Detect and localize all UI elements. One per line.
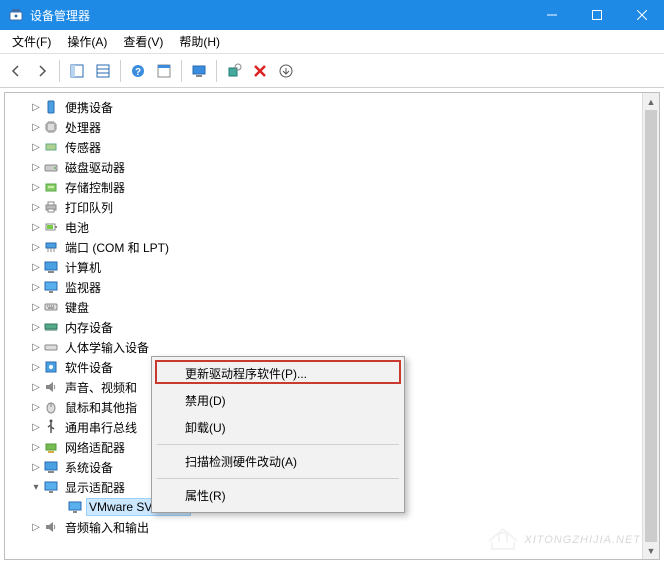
- tree-node-printqueue[interactable]: ▷打印队列: [5, 197, 642, 217]
- app-icon: [8, 7, 24, 23]
- expander-icon[interactable]: ▷: [29, 137, 43, 157]
- monitor-icon: [43, 279, 59, 295]
- display-adapter-icon: [43, 479, 59, 495]
- expander-icon[interactable]: ▷: [29, 337, 43, 357]
- tree-node-processor[interactable]: ▷处理器: [5, 117, 642, 137]
- help-button[interactable]: ?: [126, 59, 150, 83]
- mouse-icon: [43, 399, 59, 415]
- expander-icon[interactable]: ▷: [29, 157, 43, 177]
- printer-icon: [43, 199, 59, 215]
- device-icon: [43, 99, 59, 115]
- cpu-icon: [43, 119, 59, 135]
- tree-node-audioio[interactable]: ▷音频输入和输出: [5, 517, 642, 537]
- tree-node-computer[interactable]: ▷计算机: [5, 257, 642, 277]
- expander-icon[interactable]: ▾: [29, 477, 43, 497]
- sensor-icon: [43, 139, 59, 155]
- expander-icon[interactable]: ▷: [29, 377, 43, 397]
- menu-item-update-driver[interactable]: 更新驱动程序软件(P)...: [155, 360, 401, 387]
- speaker-icon: [43, 519, 59, 535]
- menu-separator: [157, 444, 399, 445]
- expander-icon[interactable]: ▷: [29, 357, 43, 377]
- expander-icon[interactable]: ▷: [29, 297, 43, 317]
- tree-node-hid[interactable]: ▷人体学输入设备: [5, 337, 642, 357]
- keyboard-icon: [43, 299, 59, 315]
- expander-icon[interactable]: ▷: [29, 397, 43, 417]
- memory-icon: [43, 319, 59, 335]
- minimize-button[interactable]: [529, 0, 574, 30]
- disk-icon: [43, 159, 59, 175]
- menu-file[interactable]: 文件(F): [4, 30, 59, 53]
- tree-node-memory[interactable]: ▷内存设备: [5, 317, 642, 337]
- usb-icon: [43, 419, 59, 435]
- expander-icon[interactable]: ▷: [29, 437, 43, 457]
- expander-icon[interactable]: ▷: [29, 177, 43, 197]
- forward-button[interactable]: [30, 59, 54, 83]
- expander-icon[interactable]: ▷: [29, 117, 43, 137]
- expander-icon[interactable]: ▷: [29, 317, 43, 337]
- expander-icon[interactable]: ▷: [29, 237, 43, 257]
- menu-help[interactable]: 帮助(H): [171, 30, 228, 53]
- tree-node-keyboard[interactable]: ▷键盘: [5, 297, 642, 317]
- expander-icon[interactable]: ▷: [29, 517, 43, 537]
- scan-hardware-button[interactable]: [222, 59, 246, 83]
- titlebar: 设备管理器: [0, 0, 664, 30]
- expander-icon[interactable]: ▷: [29, 257, 43, 277]
- scroll-down-icon[interactable]: ▼: [643, 542, 659, 559]
- menu-separator: [157, 478, 399, 479]
- maximize-button[interactable]: [574, 0, 619, 30]
- expander-icon[interactable]: ▷: [29, 97, 43, 117]
- scroll-up-icon[interactable]: ▲: [643, 93, 659, 110]
- menu-view[interactable]: 查看(V): [115, 30, 171, 53]
- back-button[interactable]: [4, 59, 28, 83]
- tree-node-sensor[interactable]: ▷传感器: [5, 137, 642, 157]
- vertical-scrollbar[interactable]: ▲ ▼: [642, 93, 659, 559]
- tree-node-portable[interactable]: ▷便携设备: [5, 97, 642, 117]
- expander-icon[interactable]: ▷: [29, 277, 43, 297]
- expander-icon[interactable]: ▷: [29, 457, 43, 477]
- scroll-thumb[interactable]: [645, 110, 657, 542]
- tree-node-storage[interactable]: ▷存储控制器: [5, 177, 642, 197]
- toolbar: ?: [0, 54, 664, 88]
- menu-item-scan[interactable]: 扫描检测硬件改动(A): [155, 448, 401, 475]
- window-title: 设备管理器: [30, 7, 529, 24]
- computer-icon: [43, 259, 59, 275]
- hid-icon: [43, 339, 59, 355]
- tree-node-monitor[interactable]: ▷监视器: [5, 277, 642, 297]
- menu-item-uninstall[interactable]: 卸载(U): [155, 414, 401, 441]
- expander-icon[interactable]: ▷: [29, 417, 43, 437]
- expander-icon[interactable]: ▷: [29, 217, 43, 237]
- svg-text:?: ?: [135, 67, 141, 78]
- storage-icon: [43, 179, 59, 195]
- tree-node-ports[interactable]: ▷端口 (COM 和 LPT): [5, 237, 642, 257]
- system-icon: [43, 459, 59, 475]
- port-icon: [43, 239, 59, 255]
- expander-icon[interactable]: ▷: [29, 197, 43, 217]
- view-list-button[interactable]: [91, 59, 115, 83]
- menu-item-disable[interactable]: 禁用(D): [155, 387, 401, 414]
- close-button[interactable]: [619, 0, 664, 30]
- view-detail-button[interactable]: [65, 59, 89, 83]
- software-icon: [43, 359, 59, 375]
- display-adapter-icon: [67, 499, 83, 515]
- computer-button[interactable]: [187, 59, 211, 83]
- menu-item-properties[interactable]: 属性(R): [155, 482, 401, 509]
- context-menu: 更新驱动程序软件(P)... 禁用(D) 卸载(U) 扫描检测硬件改动(A) 属…: [151, 356, 405, 513]
- menubar: 文件(F) 操作(A) 查看(V) 帮助(H): [0, 30, 664, 54]
- update-button[interactable]: [274, 59, 298, 83]
- network-icon: [43, 439, 59, 455]
- remove-button[interactable]: [248, 59, 272, 83]
- tree-node-battery[interactable]: ▷电池: [5, 217, 642, 237]
- menu-action[interactable]: 操作(A): [59, 30, 115, 53]
- content-area: ▷便携设备 ▷处理器 ▷传感器 ▷磁盘驱动器 ▷存储控制器 ▷打印队列 ▷电池 …: [0, 88, 664, 564]
- properties-button[interactable]: [152, 59, 176, 83]
- tree-node-disk[interactable]: ▷磁盘驱动器: [5, 157, 642, 177]
- battery-icon: [43, 219, 59, 235]
- speaker-icon: [43, 379, 59, 395]
